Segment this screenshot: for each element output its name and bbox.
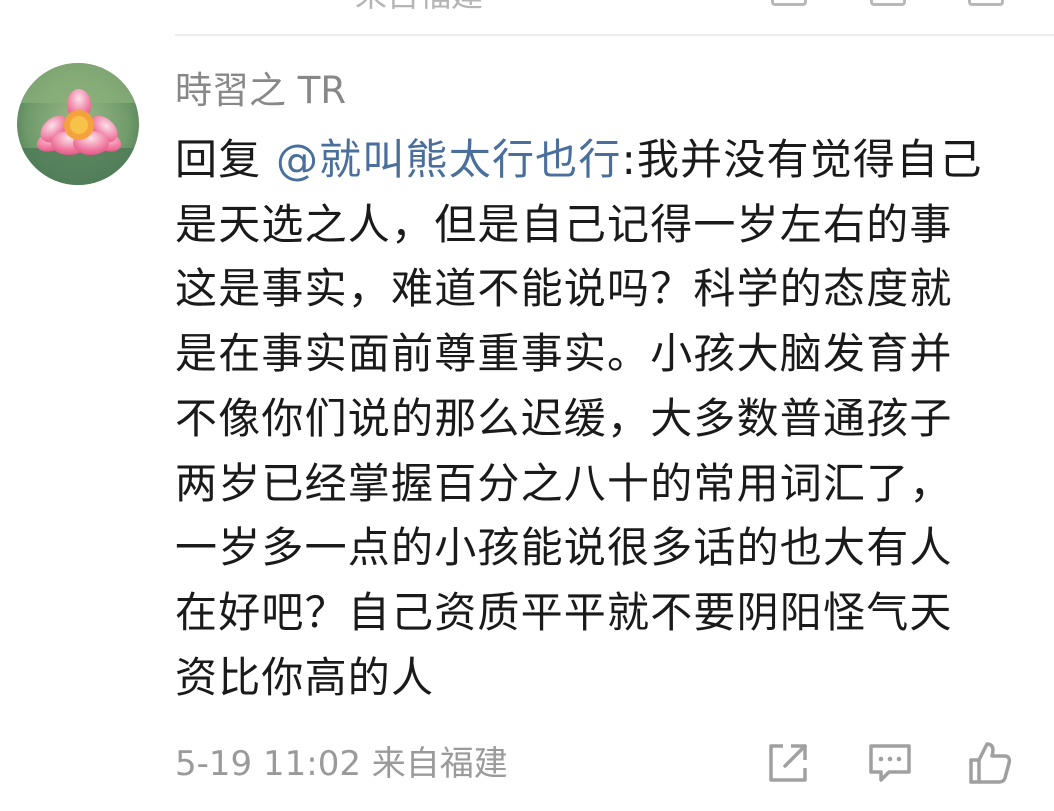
- previous-comment-footer: 来自福建: [0, 0, 1054, 34]
- reply-prefix: 回复: [175, 135, 276, 184]
- previous-like-icon[interactable]: [968, 0, 1004, 6]
- lotus-flower-avatar-icon: [17, 63, 139, 185]
- timestamp: 5-19 11:02: [175, 744, 361, 784]
- comment-meta: 5-19 11:02 来自福建: [175, 742, 508, 786]
- previous-share-icon[interactable]: [771, 0, 807, 6]
- previous-comment-icon[interactable]: [870, 0, 906, 6]
- comment-body: 回复 @就叫熊太行也行:我并没有觉得自己是天选之人，但是自己记得一岁左右的事这是…: [175, 128, 990, 710]
- username[interactable]: 時習之 TR: [175, 68, 346, 114]
- comment-text: :我并没有觉得自己是天选之人，但是自己记得一岁左右的事这是事实，难道不能说吗？科…: [175, 135, 983, 702]
- share-icon[interactable]: [765, 740, 811, 786]
- comment-divider: [175, 34, 1054, 36]
- like-icon[interactable]: [967, 740, 1013, 786]
- source: 来自福建: [371, 744, 508, 784]
- previous-comment-source: 来自福建: [355, 0, 483, 12]
- avatar[interactable]: [17, 63, 139, 185]
- comment-icon[interactable]: [867, 740, 913, 786]
- mention-link[interactable]: @就叫熊太行也行: [276, 135, 622, 184]
